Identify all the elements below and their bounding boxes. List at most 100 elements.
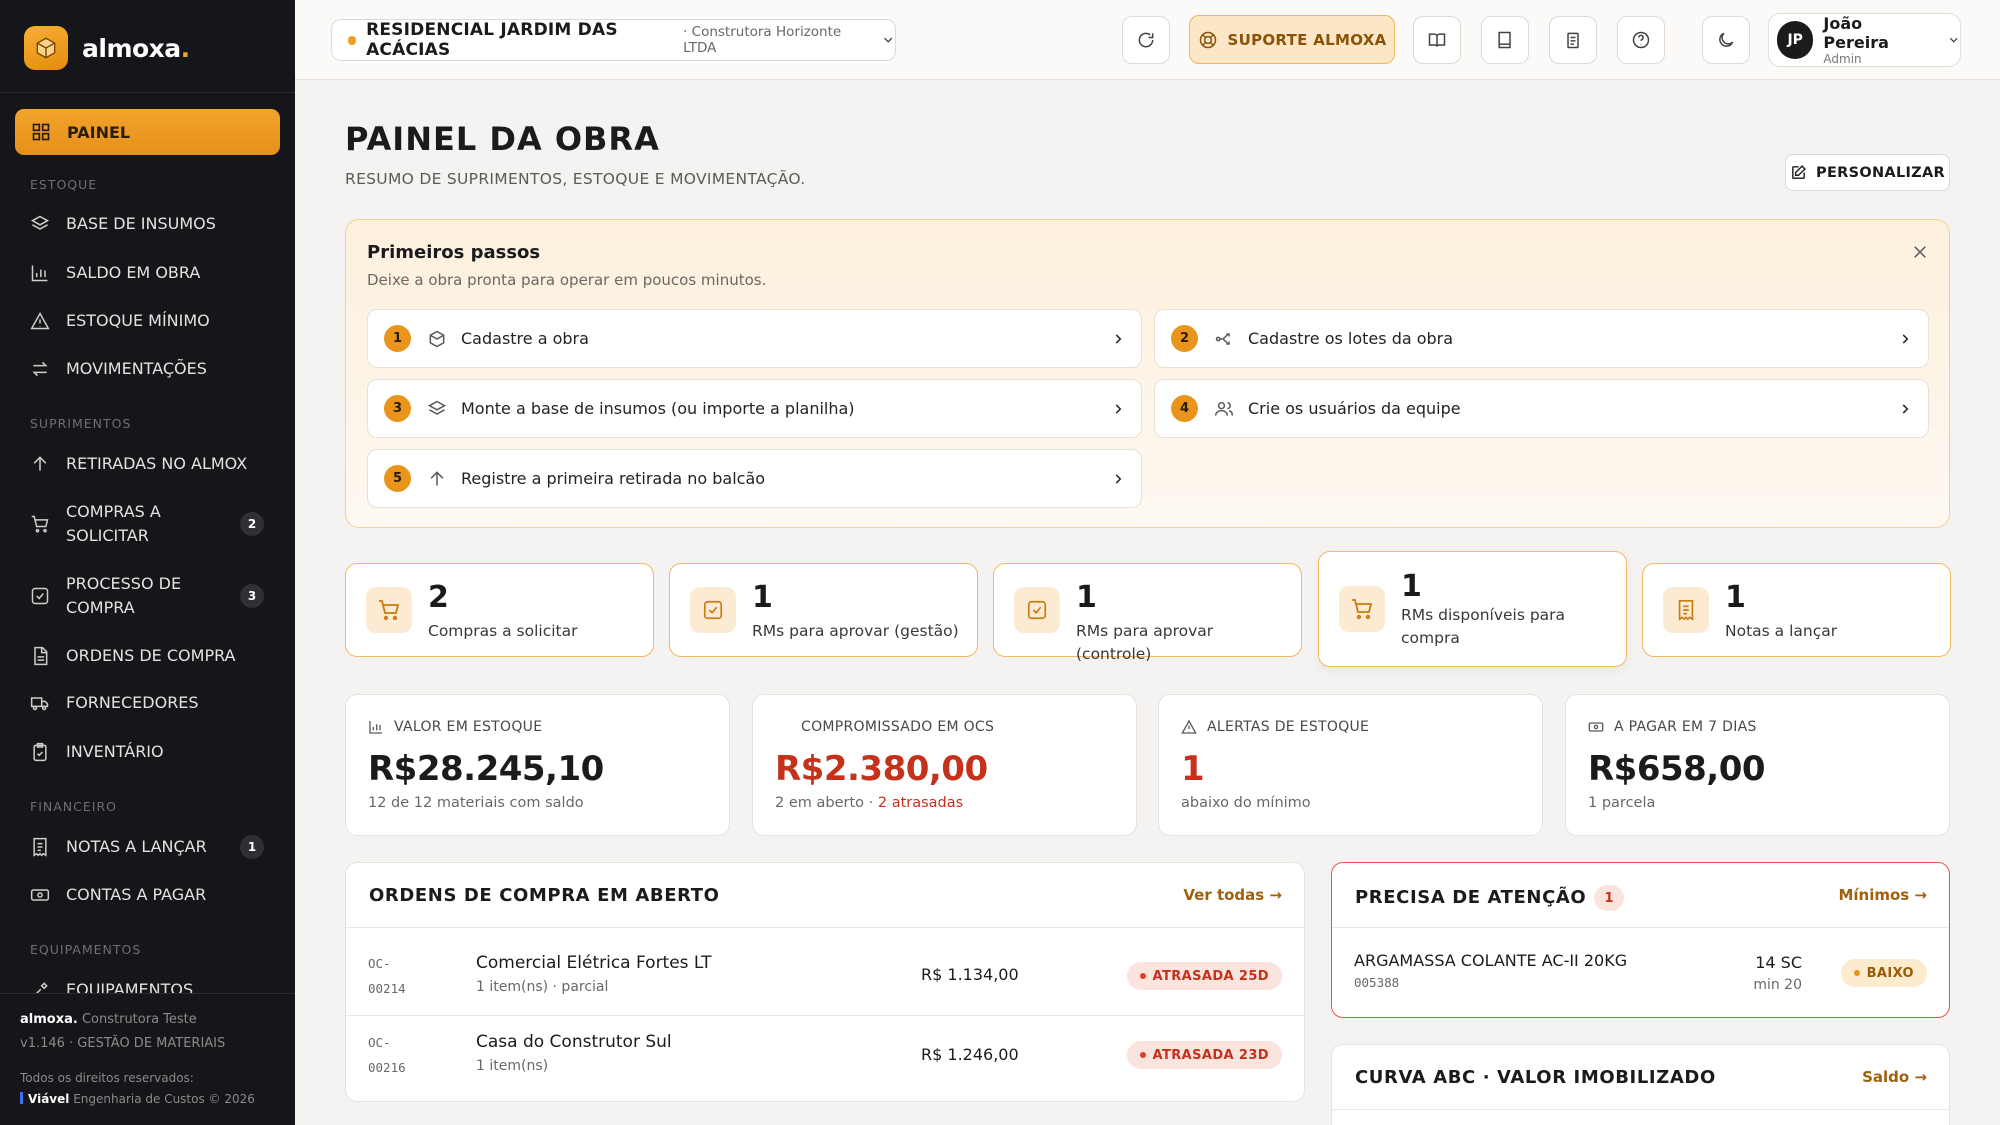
step-number: 5: [384, 465, 411, 492]
footer-brand-line: almoxa. Construtora Teste: [20, 1012, 197, 1027]
sidebar-item-painel[interactable]: PAINEL: [15, 109, 280, 155]
divider: [1332, 1109, 1949, 1110]
sidebar-item-label: NOTAS A LANÇAR: [66, 837, 207, 856]
kpi-notas-lancar[interactable]: 1 Notas a lançar: [1642, 563, 1951, 657]
sidebar: almoxa. PAINEL ESTOQUE BASE DE INSUMOS S…: [0, 0, 295, 1125]
sidebar-item-base-insumos[interactable]: BASE DE INSUMOS: [30, 212, 280, 236]
stat-title: ALERTAS DE ESTOQUE: [1207, 719, 1370, 735]
support-label: SUPORTE ALMOXA: [1227, 30, 1387, 49]
step-item[interactable]: 3 Monte a base de insumos (ou importe a …: [367, 379, 1142, 438]
stat-compromissado[interactable]: COMPROMISSADO EM OCS R$2.380,00 2 em abe…: [752, 694, 1137, 836]
stat-alertas-estoque[interactable]: ALERTAS DE ESTOQUE 1 abaixo do mínimo: [1158, 694, 1543, 836]
users-icon: [1214, 401, 1234, 416]
user-menu[interactable]: JP João Pereira Admin: [1768, 13, 1961, 67]
alert-triangle-icon: [30, 311, 50, 330]
step-label: Crie os usuários da equipe: [1248, 399, 1461, 418]
sidebar-item-compras-solicitar[interactable]: COMPRAS A SOLICITAR 2: [30, 500, 280, 548]
kpi-rms-gestao[interactable]: 1 RMs para aprovar (gestão): [669, 563, 978, 657]
sidebar-item-fornecedores[interactable]: FORNECEDORES: [30, 691, 280, 715]
layers-icon: [427, 400, 447, 415]
user-role: Admin: [1823, 52, 1862, 66]
sidebar-item-retiradas[interactable]: RETIRADAS NO ALMOX: [30, 452, 280, 476]
sidebar-item-movimentacoes[interactable]: MOVIMENTAÇÕES: [30, 357, 280, 381]
kpi-value: 2: [428, 580, 449, 615]
order-meta: 1 item(ns) · parcial: [476, 979, 609, 995]
kpi-rms-controle[interactable]: 1 RMs para aprovar (controle): [993, 563, 1302, 663]
status-badge: BAIXO: [1840, 959, 1927, 987]
notes-button[interactable]: [1549, 16, 1597, 64]
saldo-link[interactable]: Saldo →: [1862, 1068, 1927, 1086]
abc-curve-panel: CURVA ABC · VALOR IMOBILIZADO Saldo →: [1331, 1044, 1950, 1125]
count-badge: 2: [240, 512, 264, 536]
sidebar-item-estoque-minimo[interactable]: ESTOQUE MÍNIMO: [30, 309, 280, 333]
sidebar-item-inventario[interactable]: INVENTÁRIO: [30, 740, 280, 764]
footer-company: Construtora Teste: [81, 1012, 197, 1027]
maker-rest: Engenharia de Custos © 2026: [69, 1092, 255, 1106]
minimos-link[interactable]: Mínimos →: [1838, 886, 1927, 904]
maker-name[interactable]: Viável: [28, 1092, 69, 1106]
material-code: 005388: [1354, 975, 1400, 990]
arrow-up-icon: [430, 470, 444, 486]
user-info: João Pereira Admin: [1823, 14, 1928, 66]
project-selector[interactable]: RESIDENCIAL JARDIM DAS ACÁCIAS · Constru…: [331, 19, 896, 61]
stat-header: ALERTAS DE ESTOQUE: [1181, 719, 1369, 735]
material-qty: 14 SC: [1755, 953, 1802, 972]
theme-toggle[interactable]: [1702, 16, 1750, 64]
step-item[interactable]: 2 Cadastre os lotes da obra: [1154, 309, 1929, 368]
kpi-compras-solicitar[interactable]: 2 Compras a solicitar: [345, 563, 654, 657]
cart-icon: [366, 587, 412, 633]
see-all-link[interactable]: Ver todas →: [1183, 886, 1282, 904]
refresh-button[interactable]: [1122, 16, 1170, 64]
map-button[interactable]: [1413, 16, 1461, 64]
step-item[interactable]: 4 Crie os usuários da equipe: [1154, 379, 1929, 438]
manual-button[interactable]: [1481, 16, 1529, 64]
project-name: RESIDENCIAL JARDIM DAS ACÁCIAS: [366, 20, 618, 60]
close-button[interactable]: [1911, 243, 1929, 261]
steps-subtitle: Deixe a obra pronta para operar em pouco…: [367, 271, 767, 289]
sidebar-item-processo-compra[interactable]: PROCESSO DE COMPRA 3: [30, 572, 280, 620]
step-item[interactable]: 1 Cadastre a obra: [367, 309, 1142, 368]
stat-subtext: abaixo do mínimo: [1181, 795, 1311, 811]
step-number: 4: [1171, 395, 1198, 422]
stat-title: COMPROMISSADO EM OCS: [801, 719, 995, 735]
stat-header: A PAGAR EM 7 DIAS: [1588, 719, 1757, 735]
sidebar-item-label: COMPRAS A SOLICITAR: [66, 500, 161, 548]
banknote-icon: [30, 889, 50, 901]
sidebar-item-label: FORNECEDORES: [66, 693, 199, 712]
sidebar-divider: [0, 993, 295, 994]
first-steps-card: Primeiros passos Deixe a obra pronta par…: [345, 219, 1950, 528]
stat-a-pagar[interactable]: A PAGAR EM 7 DIAS R$658,00 1 parcela: [1565, 694, 1950, 836]
sidebar-item-equipamentos[interactable]: EQUIPAMENTOS: [30, 978, 280, 994]
section-equipamentos: EQUIPAMENTOS: [30, 942, 142, 957]
chevron-down-icon: [883, 37, 892, 43]
order-code-number: 00214: [368, 981, 406, 996]
step-number: 3: [384, 395, 411, 422]
sidebar-item-label: SALDO EM OBRA: [66, 263, 201, 282]
page-subtitle: RESUMO DE SUPRIMENTOS, ESTOQUE E MOVIMEN…: [345, 170, 806, 188]
help-button[interactable]: [1617, 16, 1665, 64]
brand-logo[interactable]: almoxa.: [24, 26, 190, 70]
material-name: ARGAMASSA COLANTE AC-II 20KG: [1354, 951, 1628, 970]
clipboard-icon: [1567, 32, 1579, 49]
count-badge: 1: [1594, 885, 1625, 911]
order-code: OC- 00214: [368, 951, 406, 1001]
kpi-rms-disponiveis[interactable]: 1 RMs disponíveis para compra: [1318, 551, 1627, 667]
sidebar-item-ordens-compra[interactable]: ORDENS DE COMPRA: [30, 644, 280, 668]
book-icon: [1498, 31, 1511, 49]
stat-valor-estoque[interactable]: VALOR EM ESTOQUE R$28.245,10 12 de 12 ma…: [345, 694, 730, 836]
customize-button[interactable]: PERSONALIZAR: [1785, 154, 1950, 191]
sidebar-item-saldo-obra[interactable]: SALDO EM OBRA: [30, 261, 280, 285]
footer-version: v1.146 · GESTÃO DE MATERIAIS: [20, 1036, 226, 1051]
supplier-name: Casa do Construtor Sul: [476, 1032, 672, 1052]
cube-icon: [429, 330, 445, 347]
sidebar-item-contas[interactable]: CONTAS A PAGAR: [30, 883, 280, 907]
sidebar-item-notas[interactable]: NOTAS A LANÇAR 1: [30, 835, 280, 859]
sidebar-item-label: PAINEL: [67, 122, 131, 142]
sidebar-item-label: PROCESSO DE COMPRA: [66, 572, 181, 620]
support-button[interactable]: SUPORTE ALMOXA: [1189, 15, 1395, 64]
order-meta: 1 item(ns): [476, 1058, 549, 1074]
project-company: · Construtora Horizonte LTDA: [683, 24, 842, 56]
moon-icon: [1719, 32, 1734, 47]
split-icon: [1215, 332, 1230, 345]
step-item[interactable]: 5 Registre a primeira retirada no balcão: [367, 449, 1142, 508]
